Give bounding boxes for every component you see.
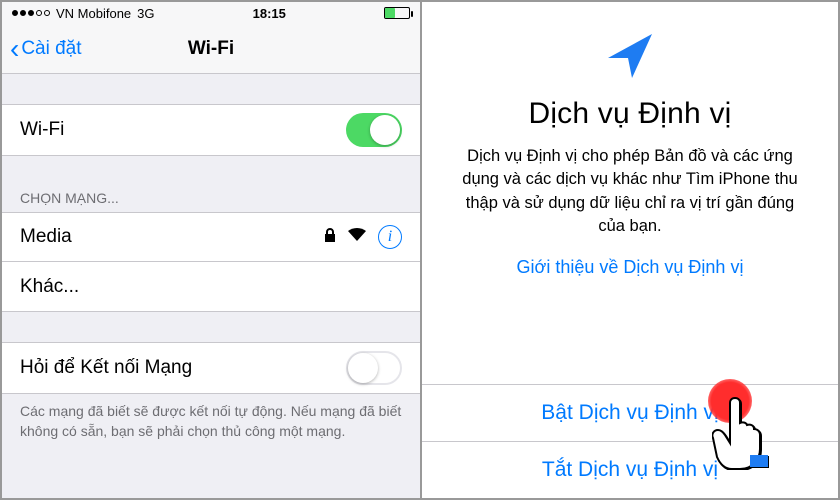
other-network-label: Khác... bbox=[20, 276, 79, 298]
network-type-label: 3G bbox=[137, 6, 154, 21]
back-button[interactable]: ‹ Cài đặt bbox=[2, 35, 82, 63]
choose-network-header: CHỌN MẠNG... bbox=[2, 182, 420, 212]
network-name: Media bbox=[20, 226, 72, 248]
wifi-settings-screen: VN Mobifone 3G 18:15 ‹ Cài đặt Wi-Fi Wi-… bbox=[2, 2, 422, 498]
wifi-toggle[interactable] bbox=[346, 113, 402, 147]
location-title: Dịch vụ Định vị bbox=[528, 97, 731, 131]
info-icon[interactable]: i bbox=[378, 225, 402, 249]
location-description: Dịch vụ Định vị cho phép Bản đồ và các ứ… bbox=[446, 145, 814, 239]
ask-to-join-toggle[interactable] bbox=[346, 351, 402, 385]
chevron-left-icon: ‹ bbox=[10, 35, 19, 63]
disable-location-label: Tắt Dịch vụ Định vị bbox=[542, 458, 718, 481]
status-time: 18:15 bbox=[155, 6, 385, 21]
network-row-media[interactable]: Media i bbox=[2, 212, 420, 262]
location-services-screen: Dịch vụ Định vị Dịch vụ Định vị cho phép… bbox=[422, 2, 838, 498]
signal-strength-icon bbox=[12, 10, 50, 16]
ask-to-join-row: Hỏi để Kết nối Mạng bbox=[2, 342, 420, 394]
about-location-link[interactable]: Giới thiệu về Dịch vụ Định vị bbox=[517, 257, 744, 278]
ask-to-join-label: Hỏi để Kết nối Mạng bbox=[20, 357, 192, 379]
enable-location-label: Bật Dịch vụ Định vị bbox=[541, 401, 718, 424]
lock-icon bbox=[324, 228, 336, 247]
wifi-toggle-row: Wi-Fi bbox=[2, 104, 420, 156]
network-row-other[interactable]: Khác... bbox=[2, 262, 420, 312]
battery-icon bbox=[384, 7, 410, 19]
status-bar: VN Mobifone 3G 18:15 bbox=[2, 2, 420, 24]
location-arrow-icon bbox=[602, 28, 658, 89]
wifi-label: Wi-Fi bbox=[20, 119, 64, 141]
enable-location-button[interactable]: Bật Dịch vụ Định vị bbox=[422, 385, 838, 441]
wifi-signal-icon bbox=[348, 228, 366, 246]
back-label: Cài đặt bbox=[21, 38, 81, 60]
nav-bar: ‹ Cài đặt Wi-Fi bbox=[2, 24, 420, 74]
carrier-label: VN Mobifone bbox=[56, 6, 131, 21]
footer-description: Các mạng đã biết sẽ được kết nối tự động… bbox=[2, 394, 420, 441]
disable-location-button[interactable]: Tắt Dịch vụ Định vị bbox=[422, 442, 838, 498]
